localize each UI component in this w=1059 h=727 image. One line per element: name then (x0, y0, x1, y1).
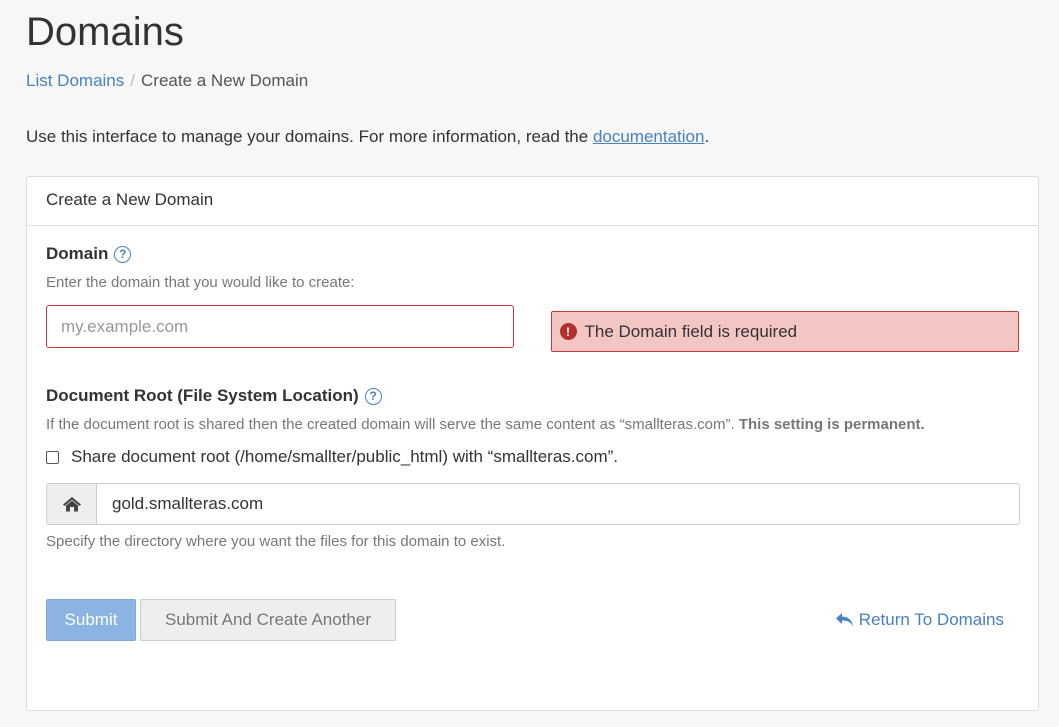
page-title: Domains (26, 10, 184, 54)
breadcrumb-separator: / (130, 71, 135, 90)
return-to-domains-label[interactable]: Return To Domains (859, 610, 1004, 630)
share-docroot-checkbox[interactable] (46, 450, 59, 464)
documentation-link[interactable]: documentation (593, 127, 705, 146)
docroot-label-text: Document Root (File System Location) (46, 386, 359, 405)
breadcrumb-current: Create a New Domain (141, 71, 309, 90)
domain-input[interactable] (46, 305, 514, 348)
domain-error-alert: ! The Domain field is required (550, 311, 1019, 352)
intro-text-body: Use this interface to manage your domain… (26, 127, 593, 146)
domain-label: Domain ? (46, 244, 1019, 264)
domain-hint: Enter the domain that you would like to … (46, 274, 355, 291)
panel-heading: Create a New Domain (27, 177, 1038, 226)
submit-buttons: Submit Submit And Create Another (46, 599, 396, 641)
docroot-hint: If the document root is shared then the … (46, 414, 976, 435)
docroot-label: Document Root (File System Location) ? (46, 386, 1019, 406)
reply-arrow-icon (835, 613, 853, 627)
exclamation-circle-icon: ! (559, 323, 577, 340)
submit-and-create-another-button[interactable]: Submit And Create Another (140, 599, 396, 641)
return-to-domains-link[interactable]: Return To Domains (835, 610, 1004, 630)
domain-row: ! The Domain field is required (46, 301, 1019, 352)
docroot-input-group (46, 483, 1020, 525)
question-circle-icon[interactable]: ? (364, 387, 382, 405)
panel-body: Domain ? Enter the domain that you would… (27, 226, 1038, 641)
intro-text-end: . (704, 127, 710, 146)
submit-button[interactable]: Submit (46, 599, 136, 641)
page: Domains List Domains / Create a New Domain… (0, 0, 1059, 711)
docroot-help-text: Specify the directory where you want the… (46, 533, 506, 550)
share-docroot-label[interactable]: Share document root (/home/smallter/publ… (71, 447, 618, 467)
question-circle-icon[interactable]: ? (114, 245, 132, 263)
home-icon (46, 483, 96, 525)
domain-error-text: The Domain field is required (584, 321, 798, 341)
share-docroot-row: Share document root (/home/smallter/publ… (46, 447, 1019, 467)
domain-label-text: Domain (46, 244, 109, 263)
intro-text: Use this interface to manage your domain… (26, 125, 1033, 149)
breadcrumb: List Domains / Create a New Domain (26, 70, 1033, 92)
docroot-hint-text: If the document root is shared then the … (46, 416, 739, 433)
create-domain-panel: Create a New Domain Domain ? Enter the d… (26, 176, 1039, 711)
docroot-input[interactable] (96, 483, 1020, 525)
actions-row: Submit Submit And Create Another Return … (46, 599, 1004, 641)
docroot-hint-bold: This setting is permanent. (738, 416, 925, 433)
breadcrumb-list-domains[interactable]: List Domains (26, 71, 124, 90)
